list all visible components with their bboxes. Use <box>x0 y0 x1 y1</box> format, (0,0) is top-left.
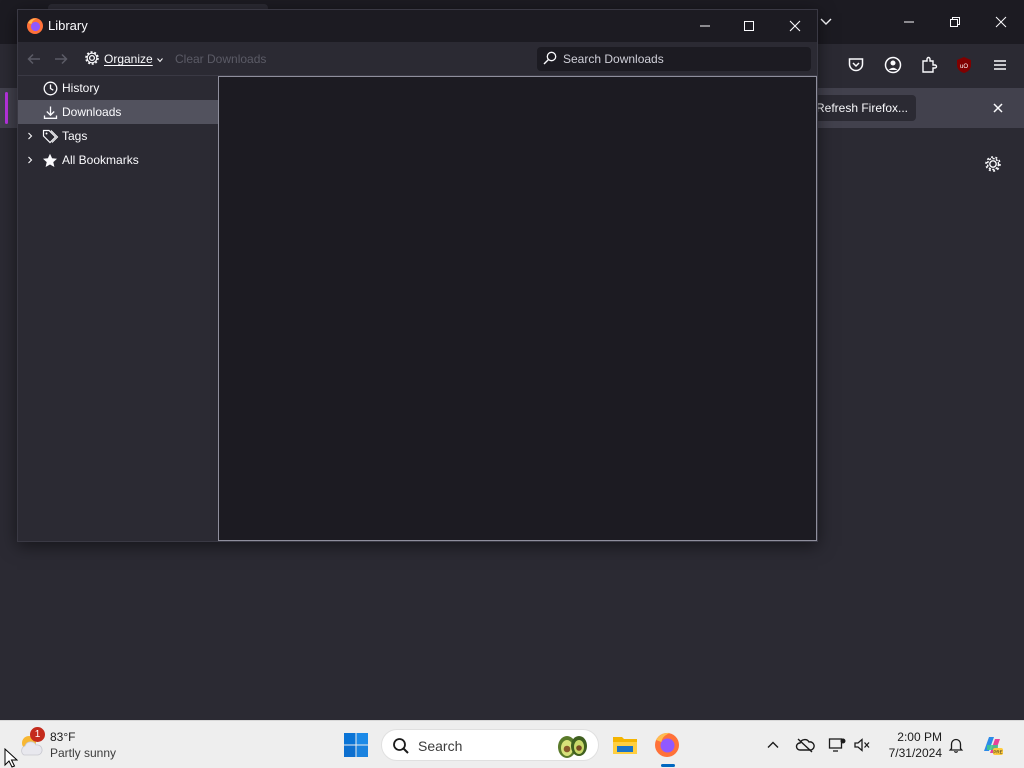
organize-button[interactable]: Organize <box>84 49 163 69</box>
tag-icon <box>41 124 59 148</box>
volume-muted-icon[interactable] <box>852 735 872 755</box>
app-menu-icon[interactable] <box>988 53 1012 77</box>
library-title: Library <box>48 18 88 33</box>
library-sidebar: History Downloads Tags All Bookmarks <box>18 76 218 541</box>
library-toolbar: Organize Clear Downloads <box>18 42 817 76</box>
windows-start-icon[interactable] <box>343 732 369 758</box>
ublock-origin-icon[interactable]: uO <box>952 53 976 77</box>
pocket-icon[interactable] <box>844 53 868 77</box>
notification-accent <box>5 92 8 124</box>
library-titlebar: Library <box>18 10 817 42</box>
refresh-firefox-button[interactable]: Refresh Firefox... <box>808 95 916 121</box>
organize-dropdown-chevron-icon <box>156 52 163 66</box>
list-all-tabs-chevron-icon[interactable] <box>816 12 836 32</box>
library-minimize-icon[interactable] <box>683 12 727 40</box>
sidebar-item-tags[interactable]: Tags <box>18 124 218 148</box>
taskbar-search-box[interactable]: Search <box>381 729 599 761</box>
clock-date[interactable]: 7/31/2024 <box>880 746 942 760</box>
network-icon[interactable] <box>827 735 847 755</box>
weather-condition: Partly sunny <box>50 746 117 760</box>
star-icon <box>41 148 59 172</box>
library-window: Library Organize Clear Downloads Search … <box>17 9 818 542</box>
firefox-restore-icon[interactable] <box>940 8 970 36</box>
firefox-taskbar-icon[interactable] <box>653 731 681 759</box>
search-highlight-avocado-icon <box>554 733 590 759</box>
firefox-running-indicator <box>661 764 675 767</box>
svg-text:uO: uO <box>960 64 968 70</box>
sidebar-item-downloads[interactable]: Downloads <box>18 100 218 124</box>
page-settings-gear-icon[interactable] <box>981 152 1005 176</box>
svg-text:PRE: PRE <box>993 750 1002 755</box>
show-hidden-icons-chevron-icon[interactable] <box>763 735 783 755</box>
account-icon[interactable] <box>881 53 905 77</box>
firefox-logo-icon <box>26 17 44 35</box>
windows-taskbar: 1 83°F Partly sunny Search 2:00 PM 7/31/… <box>0 720 1024 768</box>
downloads-list[interactable] <box>218 76 817 541</box>
search-icon <box>543 51 557 68</box>
firefox-minimize-icon[interactable] <box>894 8 924 36</box>
expand-chevron-icon[interactable] <box>24 124 36 148</box>
back-arrow-icon[interactable] <box>24 49 44 69</box>
weather-notification-badge: 1 <box>30 727 45 742</box>
copilot-icon[interactable]: PRE <box>980 733 1004 757</box>
expand-chevron-icon[interactable] <box>24 148 36 172</box>
extensions-icon[interactable] <box>917 53 941 77</box>
sidebar-item-label: Downloads <box>62 105 122 119</box>
sidebar-item-label: Tags <box>62 129 88 143</box>
search-icon <box>392 737 410 755</box>
notification-bell-icon[interactable] <box>946 735 966 755</box>
onedrive-offline-icon[interactable] <box>795 735 815 755</box>
sidebar-item-label: All Bookmarks <box>62 153 139 167</box>
taskbar-search-label: Search <box>418 738 463 754</box>
organize-gear-icon <box>84 50 100 69</box>
organize-label: Organize <box>104 52 153 66</box>
mouse-pointer-icon <box>4 747 19 768</box>
download-icon <box>41 100 59 124</box>
forward-arrow-icon[interactable] <box>51 49 71 69</box>
search-downloads-box[interactable] <box>537 47 811 71</box>
clock-time[interactable]: 2:00 PM <box>886 730 942 744</box>
clock-icon <box>41 76 59 100</box>
notification-close-icon[interactable] <box>988 98 1008 118</box>
firefox-close-icon[interactable] <box>986 8 1016 36</box>
sidebar-item-all-bookmarks[interactable]: All Bookmarks <box>18 148 218 172</box>
library-close-icon[interactable] <box>773 12 817 40</box>
file-explorer-icon[interactable] <box>611 731 639 759</box>
clear-downloads-button[interactable]: Clear Downloads <box>175 52 266 66</box>
library-maximize-icon[interactable] <box>727 12 771 40</box>
weather-temperature: 83°F <box>50 730 76 744</box>
search-downloads-input[interactable] <box>563 52 803 66</box>
sidebar-item-label: History <box>62 81 100 95</box>
sidebar-item-history[interactable]: History <box>18 76 218 100</box>
